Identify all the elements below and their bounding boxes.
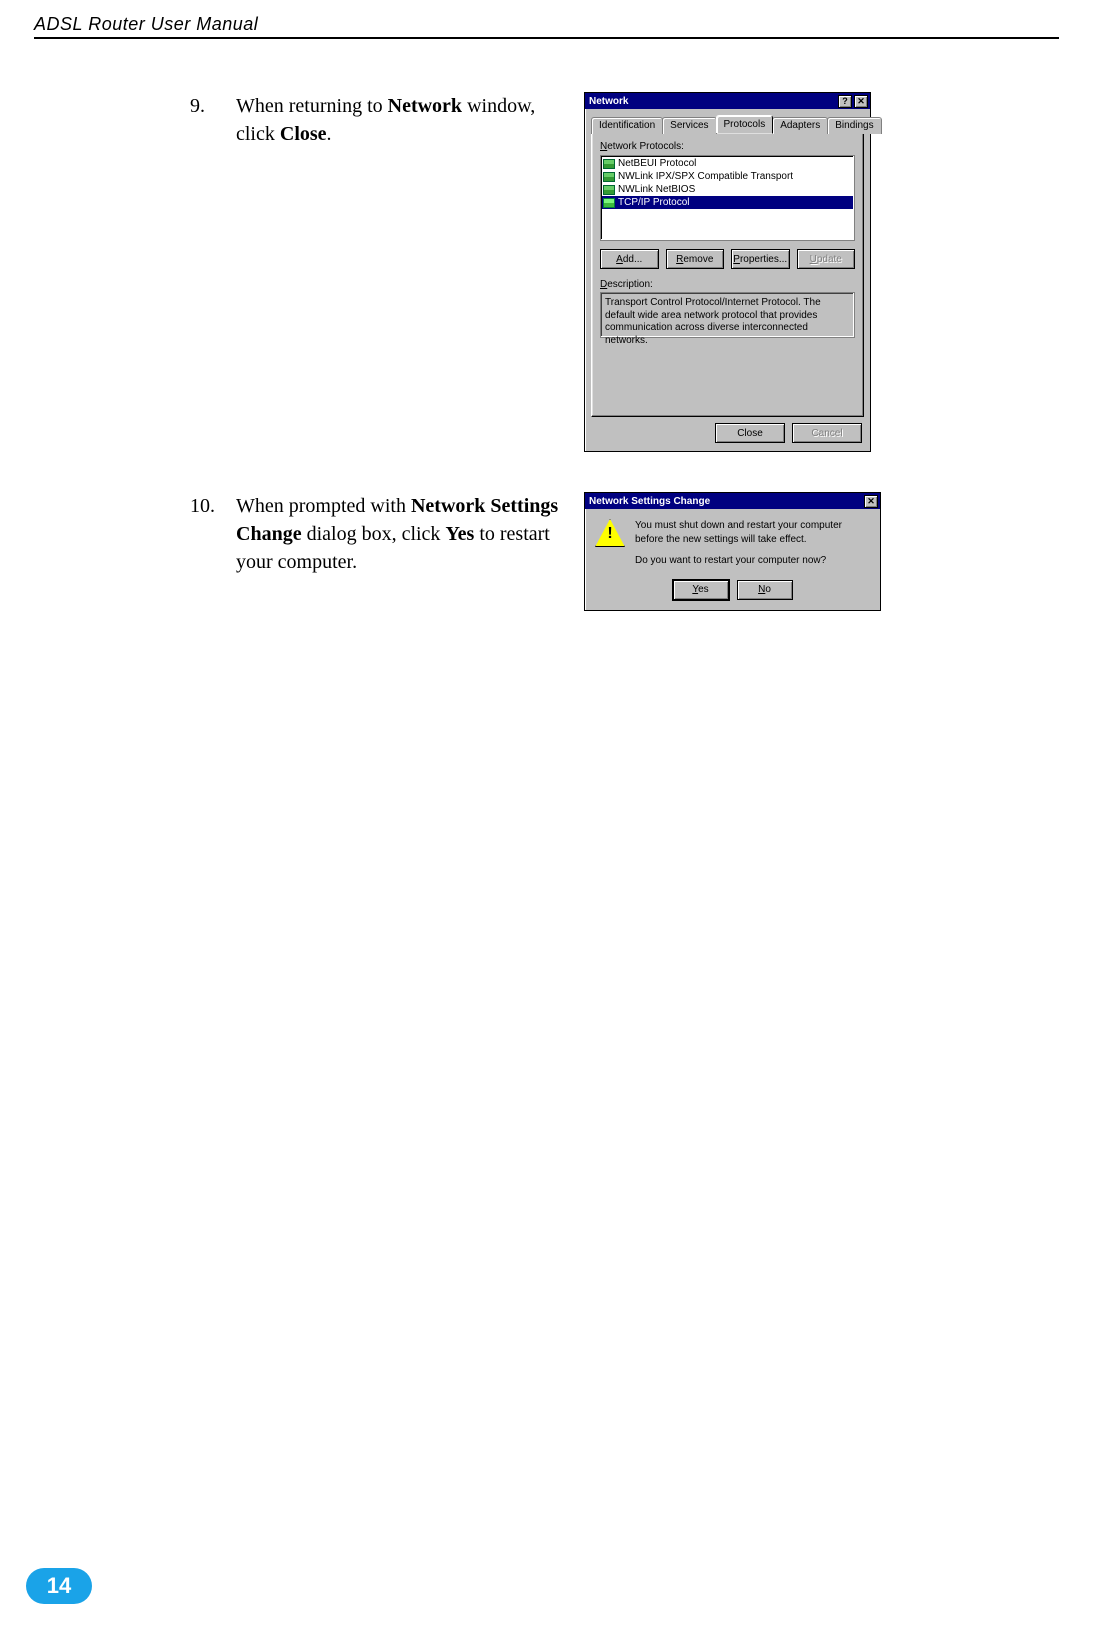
list-item-selected[interactable]: TCP/IP Protocol bbox=[602, 196, 853, 209]
protocols-listbox[interactable]: NetBEUI Protocol NWLink IPX/SPX Compatib… bbox=[600, 155, 855, 241]
close-button[interactable]: Close bbox=[715, 423, 785, 443]
protocols-list-label: Network Protocols: bbox=[600, 141, 855, 152]
list-item-label: NetBEUI Protocol bbox=[618, 158, 696, 169]
properties-button[interactable]: Properties... bbox=[731, 249, 790, 269]
content-area: 9. When returning to Network window, cli… bbox=[190, 92, 1043, 651]
close-icon[interactable]: ✕ bbox=[864, 495, 878, 508]
bold-yes: Yes bbox=[445, 523, 474, 545]
text: o bbox=[765, 584, 771, 595]
yes-button[interactable]: Yes bbox=[673, 580, 729, 600]
list-item[interactable]: NWLink IPX/SPX Compatible Transport bbox=[602, 170, 853, 183]
tab-identification[interactable]: Identification bbox=[591, 117, 663, 134]
message-buttons: Yes No bbox=[585, 576, 880, 610]
step-10: 10. When prompted with Network Settings … bbox=[190, 492, 1043, 611]
text: A bbox=[616, 254, 623, 265]
add-button[interactable]: Add... bbox=[600, 249, 659, 269]
spacer bbox=[600, 338, 855, 408]
list-item-label: NWLink IPX/SPX Compatible Transport bbox=[618, 171, 793, 182]
protocol-icon bbox=[603, 172, 615, 182]
list-item-label: TCP/IP Protocol bbox=[618, 197, 690, 208]
tab-adapters[interactable]: Adapters bbox=[772, 117, 828, 134]
tab-bindings[interactable]: Bindings bbox=[827, 117, 881, 134]
step-9-number: 9. bbox=[190, 92, 218, 120]
text: es bbox=[698, 584, 709, 595]
settings-change-title: Network Settings Change bbox=[589, 496, 862, 507]
description-box: Transport Control Protocol/Internet Prot… bbox=[600, 292, 855, 338]
text: . bbox=[327, 123, 332, 145]
tab-strip: Identification Services Protocols Adapte… bbox=[585, 109, 870, 132]
message-line-2: Do you want to restart your computer now… bbox=[635, 554, 870, 568]
message-line-1: You must shut down and restart your comp… bbox=[635, 519, 870, 546]
text: dialog box, click bbox=[302, 523, 446, 545]
network-dialog-titlebar[interactable]: Network ? ✕ bbox=[585, 93, 870, 109]
step-10-number: 10. bbox=[190, 492, 218, 520]
text: pdate bbox=[817, 254, 842, 265]
network-dialog-title: Network bbox=[589, 96, 836, 107]
dialog-bottom-buttons: Close Cancel bbox=[585, 423, 870, 451]
list-item-label: NWLink NetBIOS bbox=[618, 184, 695, 195]
text: etwork Protocols: bbox=[607, 141, 684, 152]
list-item[interactable]: NetBEUI Protocol bbox=[602, 157, 853, 170]
update-button: Update bbox=[797, 249, 856, 269]
step-9-text: When returning to Network window, click … bbox=[236, 92, 566, 148]
protocol-icon bbox=[603, 159, 615, 169]
network-dialog: Network ? ✕ Identification Services Prot… bbox=[584, 92, 871, 452]
tab-protocols[interactable]: Protocols bbox=[716, 115, 774, 133]
page-header: ADSL Router User Manual bbox=[34, 14, 1059, 39]
text: U bbox=[810, 254, 817, 265]
protocol-icon bbox=[603, 185, 615, 195]
settings-change-dialog: Network Settings Change ✕ You must shut … bbox=[584, 492, 881, 611]
page-number: 14 bbox=[26, 1568, 92, 1604]
step-9: 9. When returning to Network window, cli… bbox=[190, 92, 1043, 452]
cancel-button: Cancel bbox=[792, 423, 862, 443]
list-item[interactable]: NWLink NetBIOS bbox=[602, 183, 853, 196]
remove-button[interactable]: Remove bbox=[666, 249, 725, 269]
protocol-icon bbox=[603, 198, 615, 208]
bold-network: Network bbox=[388, 95, 462, 117]
text: When prompted with bbox=[236, 495, 411, 517]
protocols-button-row: Add... Remove Properties... Update bbox=[600, 249, 855, 269]
text: dd... bbox=[623, 254, 642, 265]
message-body: You must shut down and restart your comp… bbox=[585, 509, 880, 576]
bold-close: Close bbox=[280, 123, 327, 145]
warning-icon bbox=[595, 519, 625, 547]
settings-change-titlebar[interactable]: Network Settings Change ✕ bbox=[585, 493, 880, 509]
text: emove bbox=[683, 254, 713, 265]
close-icon[interactable]: ✕ bbox=[854, 95, 868, 108]
protocols-panel: Network Protocols: NetBEUI Protocol NWLi… bbox=[591, 132, 864, 417]
text: When returning to bbox=[236, 95, 388, 117]
description-label: Description: bbox=[600, 279, 855, 290]
help-button[interactable]: ? bbox=[838, 95, 852, 108]
text: roperties... bbox=[740, 254, 787, 265]
no-button[interactable]: No bbox=[737, 580, 793, 600]
step-10-text: When prompted with Network Settings Chan… bbox=[236, 492, 566, 576]
text: escription: bbox=[607, 279, 653, 290]
text: P bbox=[733, 254, 740, 265]
message-text: You must shut down and restart your comp… bbox=[635, 519, 870, 568]
tab-services[interactable]: Services bbox=[662, 117, 716, 134]
